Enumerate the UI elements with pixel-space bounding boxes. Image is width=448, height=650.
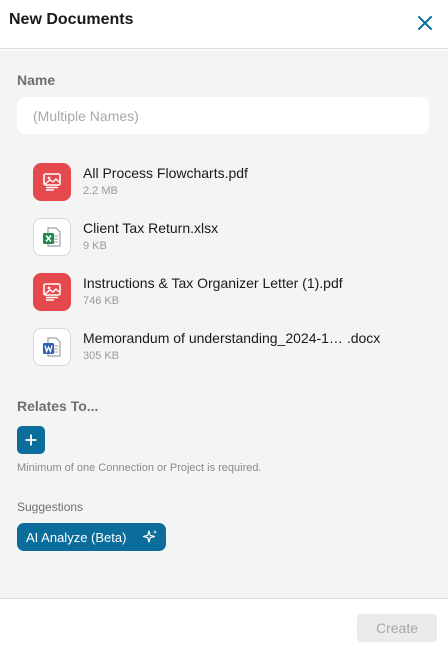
- dialog-body: Name All Process Flowcharts.pdf 2.2 MB C…: [0, 50, 448, 598]
- file-size: 746 KB: [83, 295, 120, 307]
- add-relation-button[interactable]: [17, 426, 45, 454]
- dialog-header: New Documents: [0, 0, 448, 49]
- excel-file-icon: [33, 218, 71, 256]
- close-icon: [418, 16, 432, 30]
- file-item: Memorandum of understanding_2024-1… .doc…: [33, 328, 433, 368]
- file-name: All Process Flowcharts.pdf: [83, 165, 248, 181]
- file-item: All Process Flowcharts.pdf 2.2 MB: [33, 163, 433, 203]
- pdf-file-icon: [33, 163, 71, 201]
- file-size: 305 KB: [83, 350, 120, 362]
- create-button[interactable]: Create: [357, 614, 437, 642]
- file-item: Instructions & Tax Organizer Letter (1).…: [33, 273, 433, 313]
- relates-hint: Minimum of one Connection or Project is …: [17, 462, 262, 474]
- dialog-footer: Create: [0, 598, 448, 650]
- file-name: Memorandum of understanding_2024-1… .doc…: [83, 330, 381, 346]
- plus-icon: [25, 434, 37, 446]
- file-item: Client Tax Return.xlsx 9 KB: [33, 218, 433, 258]
- dialog-title: New Documents: [9, 11, 134, 28]
- ai-analyze-button[interactable]: AI Analyze (Beta): [17, 523, 166, 551]
- name-input[interactable]: [17, 97, 429, 134]
- file-name: Instructions & Tax Organizer Letter (1).…: [83, 275, 343, 291]
- file-size: 9 KB: [83, 240, 107, 252]
- suggestions-label: Suggestions: [17, 500, 84, 514]
- word-file-icon: [33, 328, 71, 366]
- sparkle-icon: [142, 530, 157, 543]
- file-size: 2.2 MB: [83, 185, 118, 197]
- name-label: Name: [17, 72, 56, 88]
- ai-analyze-label: AI Analyze (Beta): [26, 529, 127, 545]
- relates-to-label: Relates To...: [17, 398, 99, 414]
- close-button[interactable]: [412, 10, 438, 36]
- pdf-file-icon: [33, 273, 71, 311]
- file-name: Client Tax Return.xlsx: [83, 220, 219, 236]
